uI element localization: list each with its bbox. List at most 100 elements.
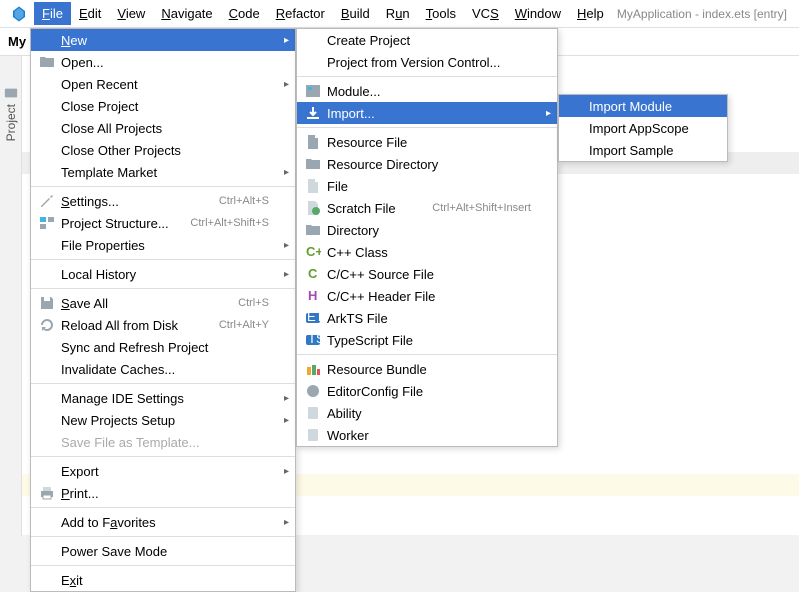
project-structure-icon [39,215,55,231]
menu-separator [31,288,295,289]
menu-code[interactable]: Code [221,2,268,25]
menubar: File Edit View Navigate Code Refactor Bu… [0,0,799,28]
editorconfig-icon [305,383,321,399]
file-new[interactable]: New▸ [31,29,295,51]
svg-text:TS: TS [308,332,321,346]
new-scratch-file[interactable]: Scratch FileCtrl+Alt+Shift+Insert [297,197,557,219]
new-directory[interactable]: Directory [297,219,557,241]
import-icon [305,105,321,121]
menu-window[interactable]: Window [507,2,569,25]
menu-edit[interactable]: Edit [71,2,109,25]
new-arkts-file[interactable]: ETSArkTS File [297,307,557,329]
menu-view[interactable]: View [109,2,153,25]
menu-run[interactable]: Run [378,2,418,25]
menu-build[interactable]: Build [333,2,378,25]
h-file-icon: H [305,288,321,304]
svg-text:H: H [308,288,317,303]
menu-separator [31,259,295,260]
project-tool-icon[interactable] [4,86,18,100]
file-export[interactable]: Export▸ [31,460,295,482]
file-reload[interactable]: Reload All from DiskCtrl+Alt+Y [31,314,295,336]
file-invalidate-caches[interactable]: Invalidate Caches... [31,358,295,380]
file-manage-ide-settings[interactable]: Manage IDE Settings▸ [31,387,295,409]
menu-file[interactable]: File [34,2,71,25]
file-close-project[interactable]: Close Project [31,95,295,117]
new-file[interactable]: File [297,175,557,197]
file-settings[interactable]: Settings...Ctrl+Alt+S [31,190,295,212]
file-local-history[interactable]: Local History▸ [31,263,295,285]
menu-navigate[interactable]: Navigate [153,2,220,25]
new-resource-bundle[interactable]: Resource Bundle [297,358,557,380]
menu-vcs[interactable]: VCS [464,2,507,25]
new-cpp-class[interactable]: C+C++ Class [297,241,557,263]
new-cpp-header[interactable]: HC/C++ Header File [297,285,557,307]
folder-icon [305,222,321,238]
file-power-save[interactable]: Power Save Mode [31,540,295,562]
import-sample[interactable]: Import Sample [559,139,727,161]
file-add-favorites[interactable]: Add to Favorites▸ [31,511,295,533]
project-tool-label[interactable]: Project [4,104,18,141]
ability-icon [305,405,321,421]
worker-icon [305,427,321,443]
print-icon [39,485,55,501]
file-new-projects-setup[interactable]: New Projects Setup▸ [31,409,295,431]
svg-text:C: C [308,266,318,281]
import-submenu: Import Module Import AppScope Import Sam… [558,94,728,162]
menu-separator [31,456,295,457]
file-open-recent[interactable]: Open Recent▸ [31,73,295,95]
menu-help[interactable]: Help [569,2,612,25]
menu-separator [31,565,295,566]
folder-icon [305,156,321,172]
new-worker[interactable]: Worker [297,424,557,446]
ts-icon: TS [305,332,321,348]
svg-text:ETS: ETS [307,310,321,324]
import-appscope[interactable]: Import AppScope [559,117,727,139]
file-icon [305,178,321,194]
file-save-as-template: Save File as Template... [31,431,295,453]
file-sync-refresh[interactable]: Sync and Refresh Project [31,336,295,358]
new-import[interactable]: Import...▸ [297,102,557,124]
menu-tools[interactable]: Tools [418,2,464,25]
module-icon [305,83,321,99]
new-module[interactable]: Module... [297,80,557,102]
menu-separator [31,383,295,384]
app-logo [10,5,28,23]
window-title: MyApplication - index.ets [entry] [617,7,799,21]
file-open[interactable]: Open... [31,51,295,73]
file-close-other-projects[interactable]: Close Other Projects [31,139,295,161]
tool-window-bar-left: Project [0,56,22,536]
c-file-icon: C [305,266,321,282]
new-project-from-vcs[interactable]: Project from Version Control... [297,51,557,73]
file-save-all[interactable]: Save AllCtrl+S [31,292,295,314]
reload-icon [39,317,55,333]
file-properties[interactable]: File Properties▸ [31,234,295,256]
file-dropdown-menu: New▸ Open... Open Recent▸ Close Project … [30,28,296,592]
menu-separator [31,507,295,508]
wrench-icon [39,193,55,209]
cpp-icon: C+ [305,244,321,260]
file-template-market[interactable]: Template Market▸ [31,161,295,183]
new-cpp-source[interactable]: CC/C++ Source File [297,263,557,285]
svg-text:C+: C+ [306,244,321,259]
menu-refactor[interactable]: Refactor [268,2,333,25]
new-typescript-file[interactable]: TSTypeScript File [297,329,557,351]
save-icon [39,295,55,311]
arkts-icon: ETS [305,310,321,326]
menu-separator [297,76,557,77]
new-resource-directory[interactable]: Resource Directory [297,153,557,175]
menu-separator [297,354,557,355]
new-ability[interactable]: Ability [297,402,557,424]
import-module[interactable]: Import Module [559,95,727,117]
new-editorconfig[interactable]: EditorConfig File [297,380,557,402]
new-resource-file[interactable]: Resource File [297,131,557,153]
new-create-project[interactable]: Create Project [297,29,557,51]
menu-separator [297,127,557,128]
new-submenu: Create Project Project from Version Cont… [296,28,558,447]
file-project-structure[interactable]: Project Structure...Ctrl+Alt+Shift+S [31,212,295,234]
file-print[interactable]: Print... [31,482,295,504]
file-close-all-projects[interactable]: Close All Projects [31,117,295,139]
folder-open-icon [39,54,55,70]
menu-separator [31,186,295,187]
toolbar-breadcrumb: My [8,34,26,49]
file-exit[interactable]: Exit [31,569,295,591]
